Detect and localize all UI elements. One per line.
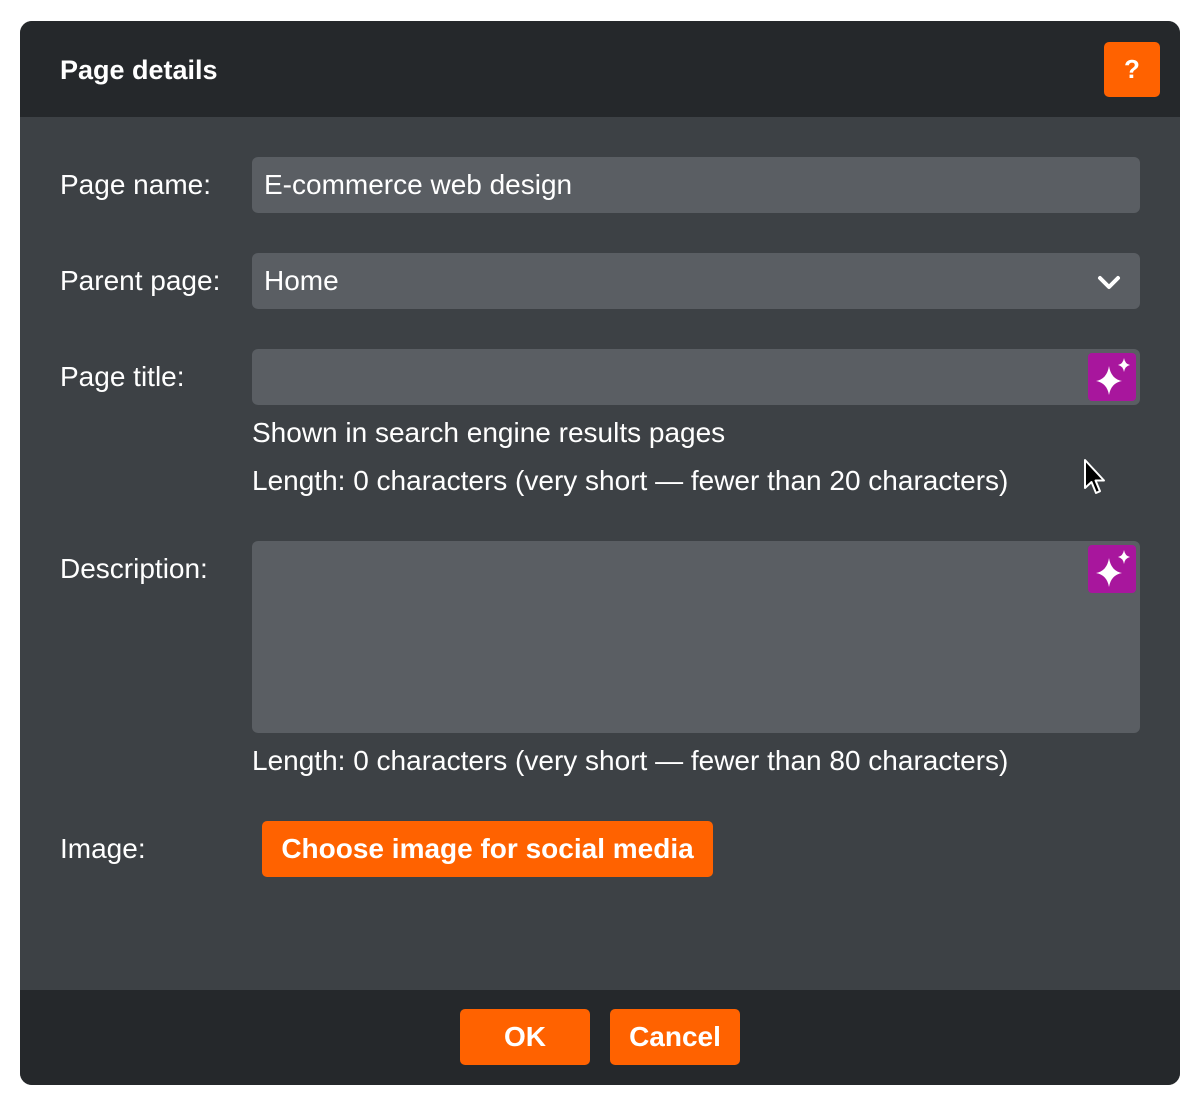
dialog-footer: OK Cancel bbox=[20, 990, 1180, 1085]
parent-page-selected: Home bbox=[264, 265, 339, 296]
choose-image-button[interactable]: Choose image for social media bbox=[262, 821, 713, 877]
page-title-input[interactable] bbox=[252, 349, 1140, 405]
description-ai-button[interactable] bbox=[1088, 545, 1136, 593]
parent-page-select[interactable]: Home bbox=[252, 253, 1140, 309]
image-label: Image: bbox=[60, 833, 146, 864]
parent-page-label: Parent page: bbox=[60, 265, 221, 296]
page-title-label: Page title: bbox=[60, 361, 185, 392]
ok-button[interactable]: OK bbox=[460, 1009, 590, 1065]
chevron-down-icon bbox=[1098, 276, 1120, 289]
sparkle-icon bbox=[1096, 358, 1130, 395]
cancel-button[interactable]: Cancel bbox=[610, 1009, 740, 1065]
help-button[interactable]: ? bbox=[1104, 42, 1160, 97]
page-title-hint: Shown in search engine results pages bbox=[252, 417, 726, 448]
dialog-title: Page details bbox=[60, 55, 218, 85]
page-title-length: Length: 0 characters (very short — fewer… bbox=[252, 465, 1009, 496]
page-title-ai-button[interactable] bbox=[1088, 353, 1136, 401]
description-textarea[interactable] bbox=[252, 541, 1140, 733]
description-length: Length: 0 characters (very short — fewer… bbox=[252, 745, 1009, 776]
page-details-dialog: Page details ? Page name: E-commerce web… bbox=[20, 21, 1180, 1085]
page-name-input[interactable]: E-commerce web design bbox=[252, 157, 1140, 213]
dialog-header: Page details ? bbox=[20, 21, 1180, 117]
description-label: Description: bbox=[60, 553, 208, 584]
mouse-pointer-icon bbox=[1084, 459, 1105, 494]
page-name-label: Page name: bbox=[60, 169, 211, 200]
page-name-value: E-commerce web design bbox=[264, 169, 573, 200]
sparkle-icon bbox=[1096, 550, 1130, 587]
question-mark-icon: ? bbox=[1124, 54, 1140, 84]
